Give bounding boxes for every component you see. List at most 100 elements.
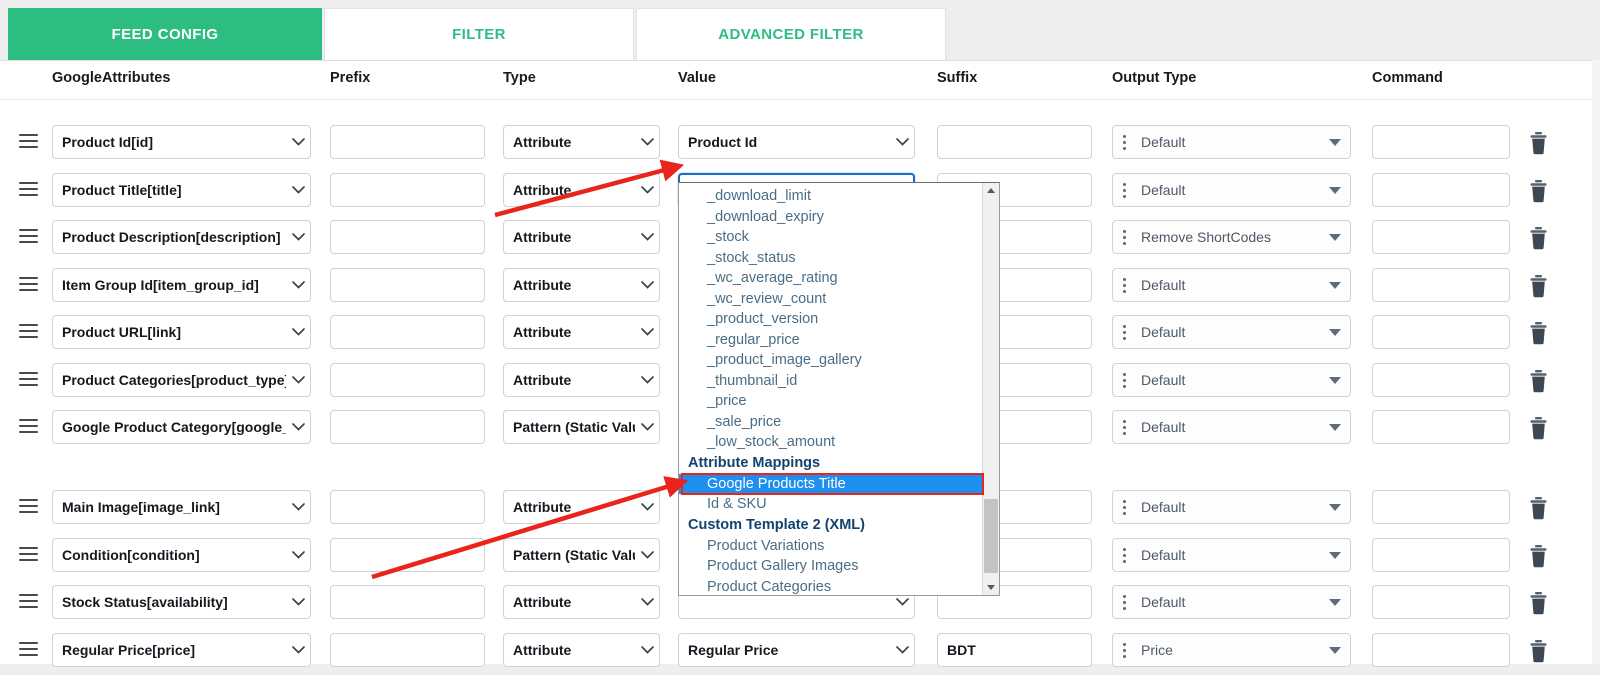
output-type-select-5[interactable]: Default (1112, 363, 1351, 397)
prefix-input-6[interactable] (330, 410, 485, 444)
dropdown-option[interactable]: _product_version (679, 309, 984, 330)
trash-icon[interactable] (1528, 639, 1549, 663)
prefix-input-5[interactable] (330, 363, 485, 397)
dropdown-scrollbar-thumb[interactable] (984, 499, 998, 573)
drag-handle-icon[interactable] (19, 642, 38, 657)
attribute-select-3[interactable]: Item Group Id[item_group_id] (52, 268, 311, 302)
value-select-10[interactable]: Regular Price (678, 633, 915, 667)
suffix-input-0[interactable] (937, 125, 1092, 159)
type-select-9[interactable]: Attribute (503, 585, 660, 619)
dropdown-option[interactable]: _price (679, 391, 984, 412)
attribute-select-2[interactable]: Product Description[description] (52, 220, 311, 254)
trash-icon[interactable] (1528, 274, 1549, 298)
drag-handle-icon[interactable] (19, 372, 38, 387)
type-select-6[interactable]: Pattern (Static Value) (503, 410, 660, 444)
output-type-select-3[interactable]: Default (1112, 268, 1351, 302)
output-type-select-7[interactable]: Default (1112, 490, 1351, 524)
attribute-select-7[interactable]: Main Image[image_link] (52, 490, 311, 524)
command-input-3[interactable] (1372, 268, 1510, 302)
prefix-input-10[interactable] (330, 633, 485, 667)
attribute-select-8[interactable]: Condition[condition] (52, 538, 311, 572)
tab-feed-config[interactable]: FEED CONFIG (8, 8, 322, 60)
command-input-8[interactable] (1372, 538, 1510, 572)
dropdown-option[interactable]: _download_limit (679, 186, 984, 207)
prefix-input-2[interactable] (330, 220, 485, 254)
dropdown-option-selected[interactable]: Google Products Title (679, 474, 984, 495)
scroll-down-arrow-icon[interactable] (983, 580, 999, 595)
prefix-input-7[interactable] (330, 490, 485, 524)
trash-icon[interactable] (1528, 416, 1549, 440)
attribute-select-1[interactable]: Product Title[title] (52, 173, 311, 207)
trash-icon[interactable] (1528, 131, 1549, 155)
drag-handle-icon[interactable] (19, 419, 38, 434)
output-type-select-0[interactable]: Default (1112, 125, 1351, 159)
prefix-input-3[interactable] (330, 268, 485, 302)
output-type-select-4[interactable]: Default (1112, 315, 1351, 349)
dropdown-option[interactable]: _wc_average_rating (679, 268, 984, 289)
dropdown-option[interactable]: _wc_review_count (679, 289, 984, 310)
value-select-0[interactable]: Product Id (678, 125, 915, 159)
attribute-select-6[interactable]: Google Product Category[google_product_c… (52, 410, 311, 444)
dropdown-option[interactable]: _low_stock_amount (679, 432, 984, 453)
attribute-select-0[interactable]: Product Id[id] (52, 125, 311, 159)
dropdown-option[interactable]: _thumbnail_id (679, 371, 984, 392)
output-type-select-10[interactable]: Price (1112, 633, 1351, 667)
drag-handle-icon[interactable] (19, 277, 38, 292)
prefix-input-0[interactable] (330, 125, 485, 159)
trash-icon[interactable] (1528, 544, 1549, 568)
page-scrollbar[interactable] (1592, 60, 1600, 664)
prefix-input-9[interactable] (330, 585, 485, 619)
dropdown-scrollbar[interactable] (982, 183, 999, 595)
prefix-input-4[interactable] (330, 315, 485, 349)
dropdown-option[interactable]: _download_expiry (679, 207, 984, 228)
type-select-2[interactable]: Attribute (503, 220, 660, 254)
command-input-10[interactable] (1372, 633, 1510, 667)
dropdown-option[interactable]: _stock_status (679, 248, 984, 269)
command-input-2[interactable] (1372, 220, 1510, 254)
type-select-10[interactable]: Attribute (503, 633, 660, 667)
suffix-input-10[interactable]: BDT (937, 633, 1092, 667)
command-input-4[interactable] (1372, 315, 1510, 349)
dropdown-option[interactable]: _regular_price (679, 330, 984, 351)
output-type-select-2[interactable]: Remove ShortCodes (1112, 220, 1351, 254)
trash-icon[interactable] (1528, 591, 1549, 615)
command-input-7[interactable] (1372, 490, 1510, 524)
command-input-0[interactable] (1372, 125, 1510, 159)
drag-handle-icon[interactable] (19, 547, 38, 562)
dropdown-option[interactable]: _sale_price (679, 412, 984, 433)
command-input-1[interactable] (1372, 173, 1510, 207)
type-select-3[interactable]: Attribute (503, 268, 660, 302)
attribute-select-4[interactable]: Product URL[link] (52, 315, 311, 349)
type-select-7[interactable]: Attribute (503, 490, 660, 524)
output-type-select-9[interactable]: Default (1112, 585, 1351, 619)
output-type-select-8[interactable]: Default (1112, 538, 1351, 572)
attribute-select-9[interactable]: Stock Status[availability] (52, 585, 311, 619)
type-select-5[interactable]: Attribute (503, 363, 660, 397)
drag-handle-icon[interactable] (19, 229, 38, 244)
trash-icon[interactable] (1528, 321, 1549, 345)
type-select-4[interactable]: Attribute (503, 315, 660, 349)
dropdown-option[interactable]: Product Variations (679, 536, 984, 557)
drag-handle-icon[interactable] (19, 324, 38, 339)
dropdown-option[interactable]: Product Gallery Images (679, 556, 984, 577)
trash-icon[interactable] (1528, 496, 1549, 520)
command-input-5[interactable] (1372, 363, 1510, 397)
value-dropdown-list[interactable]: _download_limit_download_expiry _stock_st… (678, 182, 1000, 596)
dropdown-option[interactable]: Product Categories (679, 577, 984, 597)
output-type-select-6[interactable]: Default (1112, 410, 1351, 444)
tab-advanced-filter[interactable]: ADVANCED FILTER (636, 8, 946, 60)
tab-filter[interactable]: FILTER (324, 8, 634, 60)
dropdown-option[interactable]: Id & SKU (679, 494, 984, 515)
attribute-select-10[interactable]: Regular Price[price] (52, 633, 311, 667)
drag-handle-icon[interactable] (19, 499, 38, 514)
drag-handle-icon[interactable] (19, 134, 38, 149)
drag-handle-icon[interactable] (19, 594, 38, 609)
command-input-6[interactable] (1372, 410, 1510, 444)
scroll-up-arrow-icon[interactable] (983, 183, 999, 198)
trash-icon[interactable] (1528, 369, 1549, 393)
prefix-input-1[interactable] (330, 173, 485, 207)
prefix-input-8[interactable] (330, 538, 485, 572)
attribute-select-5[interactable]: Product Categories[product_type] (52, 363, 311, 397)
trash-icon[interactable] (1528, 226, 1549, 250)
dropdown-option[interactable]: _product_image_gallery (679, 350, 984, 371)
